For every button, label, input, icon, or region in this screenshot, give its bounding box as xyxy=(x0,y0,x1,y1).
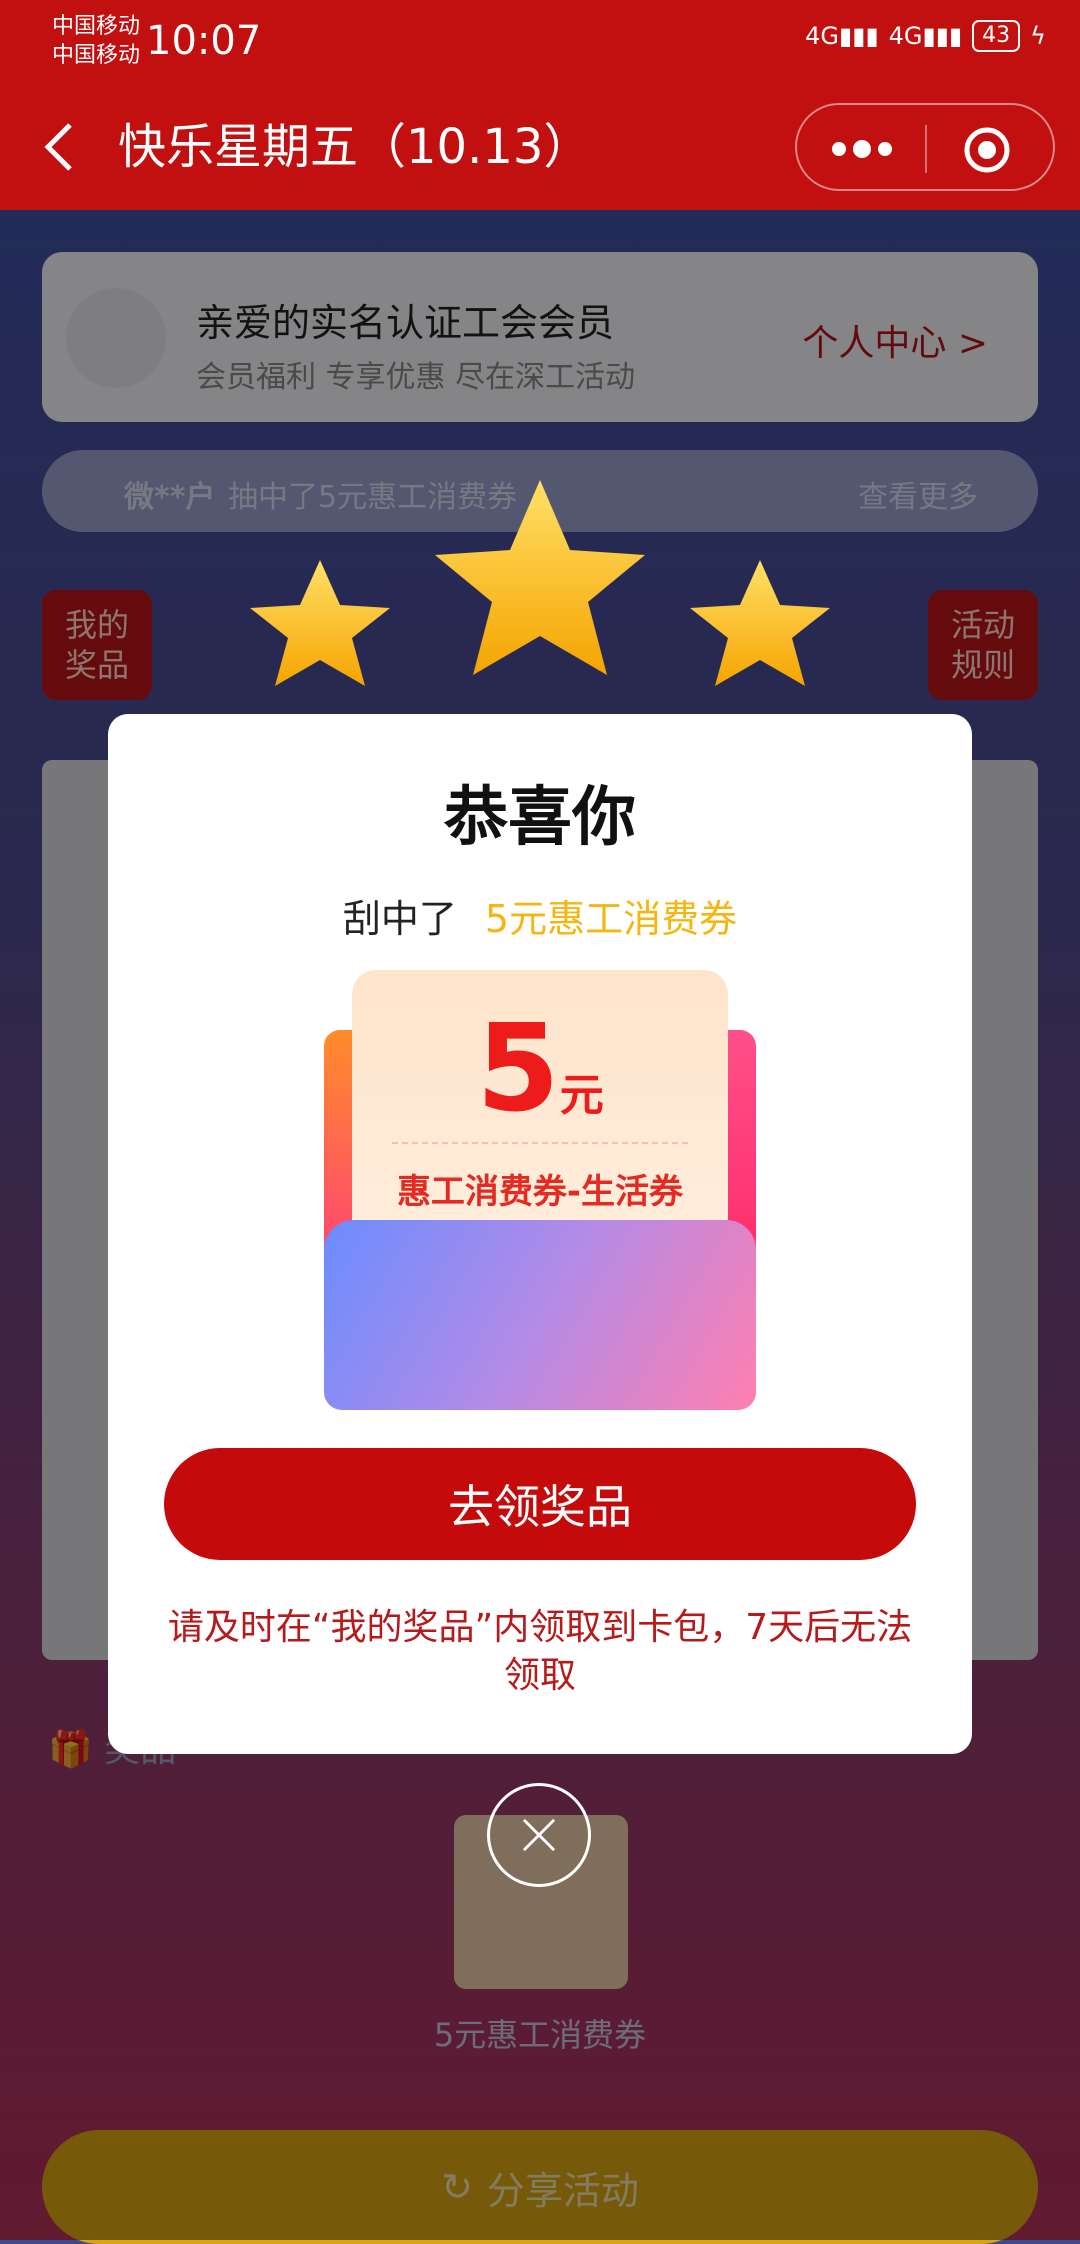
close-miniprogram-icon[interactable] xyxy=(962,125,1012,175)
network-type-1: 4G xyxy=(805,22,840,50)
coupon-envelope xyxy=(324,1220,756,1410)
clock: 10:07 xyxy=(146,18,262,64)
prize-result-dialog: 恭喜你 刮中了 5元惠工消费券 5元 惠工消费券-生活券 去领奖品 请及时在“我的… xyxy=(108,714,972,1754)
won-prefix: 刮中了 xyxy=(342,897,457,941)
signal-icon: 4G▮▮▮ xyxy=(805,22,879,50)
miniprogram-capsule xyxy=(795,103,1055,191)
carrier-label-2: 中国移动 xyxy=(52,43,141,68)
carrier-names: 中国移动 中国移动 xyxy=(52,12,140,70)
claim-notice: 请及时在“我的奖品”内领取到卡包，7天后无法领取 xyxy=(167,1607,913,1696)
status-icons: 4G▮▮▮ 4G▮▮▮ 43 ϟ xyxy=(805,20,1046,52)
coupon-amount-unit: 元 xyxy=(559,1070,604,1121)
more-dots-icon[interactable] xyxy=(827,125,897,173)
network-type-2: 4G xyxy=(888,22,923,50)
dialog-title: 恭喜你 xyxy=(444,781,636,855)
navigation-bar: 快乐星期五（10.13） xyxy=(0,85,1080,210)
close-icon[interactable] xyxy=(487,1783,591,1887)
page-title: 快乐星期五（10.13） xyxy=(118,119,592,175)
battery-icon: 43 xyxy=(972,20,1021,52)
coupon-illustration: 5元 惠工消费券-生活券 xyxy=(324,970,756,1410)
won-prize-name: 5元惠工消费券 xyxy=(484,897,738,941)
coupon-type-label: 惠工消费券-生活券 xyxy=(396,1172,684,1212)
charging-icon: ϟ xyxy=(1030,22,1046,50)
capsule-divider xyxy=(925,125,927,173)
claim-prize-label: 去领奖品 xyxy=(448,1480,632,1534)
won-message: 刮中了 5元惠工消费券 xyxy=(108,888,972,943)
claim-prize-button[interactable]: 去领奖品 xyxy=(164,1448,916,1560)
celebration-stars-icon xyxy=(250,480,830,686)
signal-icon: 4G▮▮▮ xyxy=(888,22,963,50)
coupon-amount-value: 5 xyxy=(476,1000,560,1139)
coupon-amount: 5元 xyxy=(352,1000,728,1139)
status-bar: 中国移动 中国移动 10:07 4G▮▮▮ 4G▮▮▮ 43 ϟ xyxy=(0,0,1080,85)
carrier-label-1: 中国移动 xyxy=(52,14,141,39)
back-arrow-icon[interactable] xyxy=(40,117,80,177)
coupon-divider xyxy=(392,1142,688,1144)
